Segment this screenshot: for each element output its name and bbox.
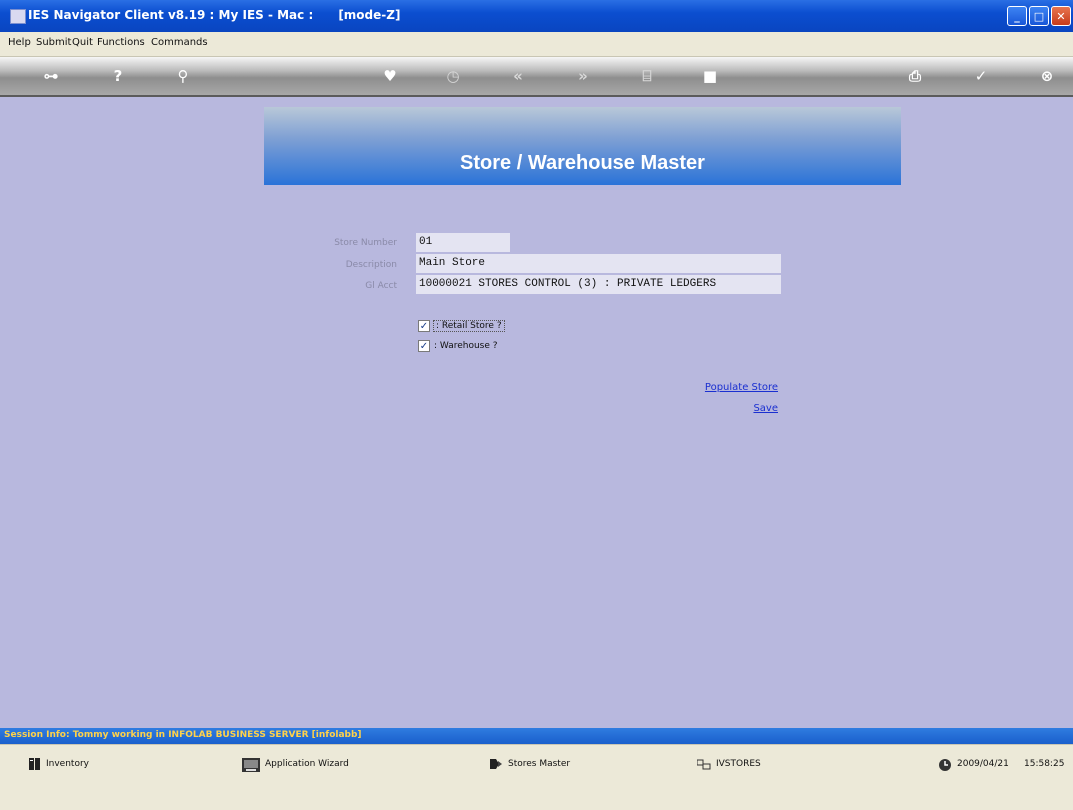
inventory-icon (29, 758, 40, 770)
menu-commands[interactable]: Commands (151, 37, 208, 48)
menu-functions[interactable]: Functions (97, 37, 145, 48)
rewind-icon[interactable]: « (508, 66, 528, 86)
page-header-banner: Store / Warehouse Master (264, 107, 901, 185)
close-icon[interactable]: ⊗ (1037, 66, 1057, 86)
ivstores-icon (697, 759, 711, 770)
title-bar: IES Navigator Client v8.19 : My IES - Ma… (0, 0, 1073, 32)
warehouse-label: : Warehouse ? (434, 341, 498, 351)
session-info-bar: Session Info: Tommy working in INFOLAB B… (0, 728, 1073, 744)
gl-acct-field[interactable]: 10000021 STORES CONTROL (3) : PRIVATE LE… (416, 275, 781, 294)
print-icon[interactable]: ⎙ (905, 66, 925, 86)
clock-icon[interactable]: ◷ (443, 66, 463, 86)
close-window-button[interactable]: ✕ (1051, 6, 1071, 26)
stop-icon[interactable]: ■ (700, 66, 720, 86)
menu-bar: Help Submit Quit Functions Commands (0, 32, 1073, 57)
gl-acct-label: Gl Acct (365, 281, 397, 291)
bookmark-icon[interactable]: ⌸ (637, 66, 657, 86)
search-icon[interactable]: ⚲ (173, 66, 193, 86)
stores-master-icon (490, 759, 502, 769)
page-title: Store / Warehouse Master (460, 152, 705, 174)
status-application-wizard-label: Application Wizard (265, 759, 349, 769)
menu-quit[interactable]: Quit (72, 37, 93, 48)
maximize-button[interactable]: □ (1029, 6, 1049, 26)
key-icon[interactable]: ⊶ (36, 66, 66, 86)
status-stores-master-label: Stores Master (508, 759, 571, 769)
heart-icon[interactable]: ♥ (380, 66, 400, 86)
minimize-button[interactable]: _ (1007, 6, 1027, 26)
wizard-icon (242, 758, 260, 772)
status-ivstores-label: IVSTORES (716, 759, 761, 769)
check-icon[interactable]: ✓ (971, 66, 991, 86)
store-number-label: Store Number (334, 238, 397, 248)
retail-store-checkbox[interactable]: ✓ (418, 320, 430, 332)
session-info: Session Info: Tommy working in INFOLAB B… (4, 730, 362, 740)
application-window: IES Navigator Client v8.19 : My IES - Ma… (0, 0, 1073, 810)
forward-icon[interactable]: » (573, 66, 593, 86)
warehouse-checkbox[interactable]: ✓ (418, 340, 430, 352)
status-inventory-label: Inventory (46, 759, 89, 769)
description-label: Description (345, 260, 397, 270)
save-link[interactable]: Save (640, 403, 778, 414)
status-time: 15:58:25 (1024, 759, 1065, 769)
retail-store-label: : Retail Store ? (433, 320, 505, 332)
clock-icon (939, 759, 951, 771)
help-icon[interactable]: ? (108, 66, 128, 86)
status-date: 2009/04/21 (957, 759, 1009, 769)
menu-help[interactable]: Help (8, 37, 31, 48)
app-icon (10, 9, 26, 24)
store-number-field[interactable]: 01 (416, 233, 510, 252)
status-bar: Inventory Application Wizard Stores Mast… (0, 744, 1073, 810)
populate-store-link[interactable]: Populate Store (640, 382, 778, 393)
toolbar: ⊶ ? ⚲ ♥ ◷ « » ⌸ ■ ⎙ ✓ ⊗ (0, 57, 1073, 97)
menu-submit[interactable]: Submit (36, 37, 71, 48)
description-field[interactable]: Main Store (416, 254, 781, 273)
window-title: IES Navigator Client v8.19 : My IES - Ma… (28, 8, 401, 22)
